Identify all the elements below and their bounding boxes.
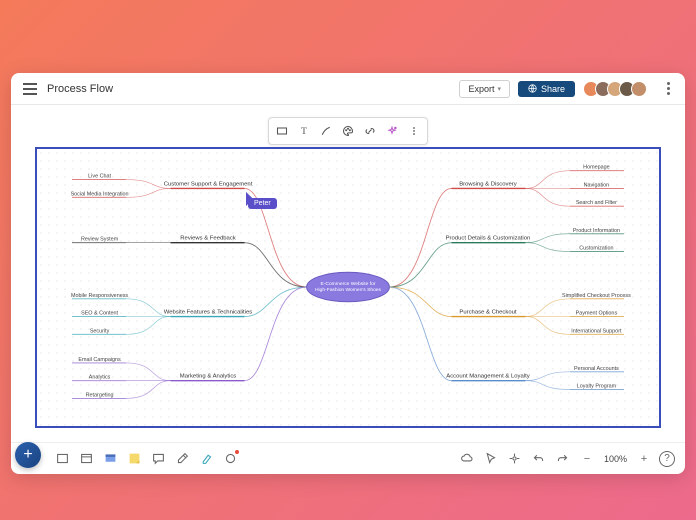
svg-text:Purchase & Checkout: Purchase & Checkout bbox=[459, 310, 516, 316]
svg-text:Marketing & Analytics: Marketing & Analytics bbox=[180, 374, 237, 380]
svg-text:Analytics: Analytics bbox=[89, 375, 111, 381]
text-tool-icon[interactable]: T bbox=[293, 120, 315, 142]
svg-text:International Support: International Support bbox=[571, 328, 622, 334]
pen-tool-icon[interactable] bbox=[315, 120, 337, 142]
collaborator-avatars[interactable] bbox=[587, 81, 647, 97]
mindmap-diagram: E-Commerce Website forHigh-Fashion Women… bbox=[37, 149, 659, 426]
svg-text:Homepage: Homepage bbox=[583, 165, 609, 171]
svg-text:Customization: Customization bbox=[579, 246, 613, 252]
frames-icon[interactable] bbox=[53, 450, 71, 468]
zoom-in-button[interactable]: + bbox=[635, 450, 653, 468]
svg-text:Product Information: Product Information bbox=[573, 228, 620, 234]
svg-text:Email Campaigns: Email Campaigns bbox=[78, 357, 121, 363]
highlighter-icon[interactable] bbox=[197, 450, 215, 468]
sticky-note-icon[interactable] bbox=[125, 450, 143, 468]
export-button[interactable]: Export bbox=[459, 80, 510, 98]
svg-text:Website Features & Technicalit: Website Features & Technicalities bbox=[164, 310, 252, 316]
zoom-out-button[interactable]: − bbox=[578, 450, 596, 468]
svg-text:Product Details & Customizatio: Product Details & Customization bbox=[446, 236, 531, 242]
add-button[interactable]: + bbox=[15, 442, 41, 468]
svg-text:Browsing & Discovery: Browsing & Discovery bbox=[459, 181, 516, 187]
svg-text:Mobile Responsiveness: Mobile Responsiveness bbox=[71, 293, 128, 299]
redo-icon[interactable] bbox=[554, 450, 572, 468]
svg-text:Simplified Checkout Process: Simplified Checkout Process bbox=[562, 293, 631, 299]
svg-text:Social Media Integration: Social Media Integration bbox=[71, 191, 129, 197]
svg-text:Customer Support & Engagement: Customer Support & Engagement bbox=[164, 181, 253, 187]
more-tools-icon[interactable] bbox=[403, 120, 425, 142]
comment-icon[interactable] bbox=[149, 450, 167, 468]
menu-icon[interactable] bbox=[21, 80, 39, 98]
app-window: Process Flow Export Share T E-Commerce W… bbox=[11, 73, 685, 474]
snap-icon[interactable] bbox=[506, 450, 524, 468]
avatar[interactable] bbox=[631, 81, 647, 97]
svg-text:Retargeting: Retargeting bbox=[86, 392, 114, 398]
canvas[interactable]: E-Commerce Website forHigh-Fashion Women… bbox=[35, 147, 661, 428]
layers-icon[interactable] bbox=[77, 450, 95, 468]
globe-icon bbox=[528, 84, 537, 93]
undo-icon[interactable] bbox=[530, 450, 548, 468]
share-button[interactable]: Share bbox=[518, 81, 575, 97]
link-tool-icon[interactable] bbox=[359, 120, 381, 142]
collaborator-cursor: Peter bbox=[248, 198, 277, 209]
svg-text:Live Chat: Live Chat bbox=[88, 174, 111, 180]
ai-tool-icon[interactable] bbox=[381, 120, 403, 142]
svg-text:Reviews & Feedback: Reviews & Feedback bbox=[180, 236, 236, 242]
svg-text:Account Management & Loyalty: Account Management & Loyalty bbox=[446, 374, 529, 380]
svg-text:Personal Accounts: Personal Accounts bbox=[574, 366, 619, 372]
svg-text:Security: Security bbox=[90, 328, 110, 334]
notifications-icon[interactable] bbox=[221, 450, 239, 468]
svg-text:T: T bbox=[301, 126, 307, 137]
zoom-level: 100% bbox=[604, 454, 627, 464]
bottom-bar: − 100% + ? bbox=[11, 442, 685, 474]
eyedropper-icon[interactable] bbox=[173, 450, 191, 468]
shape-tool-icon[interactable] bbox=[271, 120, 293, 142]
cloud-sync-icon[interactable] bbox=[458, 450, 476, 468]
top-bar: Process Flow Export Share bbox=[11, 73, 685, 105]
svg-text:Navigation: Navigation bbox=[584, 182, 610, 188]
svg-text:Review System: Review System bbox=[81, 237, 119, 243]
palette-tool-icon[interactable] bbox=[337, 120, 359, 142]
svg-text:Payment Options: Payment Options bbox=[576, 311, 618, 317]
help-button[interactable]: ? bbox=[659, 451, 675, 467]
svg-text:SEO & Content: SEO & Content bbox=[81, 311, 118, 317]
slides-icon[interactable] bbox=[101, 450, 119, 468]
svg-text:Search and Filter: Search and Filter bbox=[576, 200, 617, 206]
formatting-toolbar: T bbox=[268, 117, 428, 145]
document-title: Process Flow bbox=[47, 83, 113, 95]
svg-text:Loyalty Program: Loyalty Program bbox=[577, 384, 617, 390]
svg-text:E-Commerce Website forHigh-Fas: E-Commerce Website forHigh-Fashion Women… bbox=[315, 281, 382, 293]
more-menu-icon[interactable] bbox=[661, 82, 675, 95]
pointer-icon[interactable] bbox=[482, 450, 500, 468]
